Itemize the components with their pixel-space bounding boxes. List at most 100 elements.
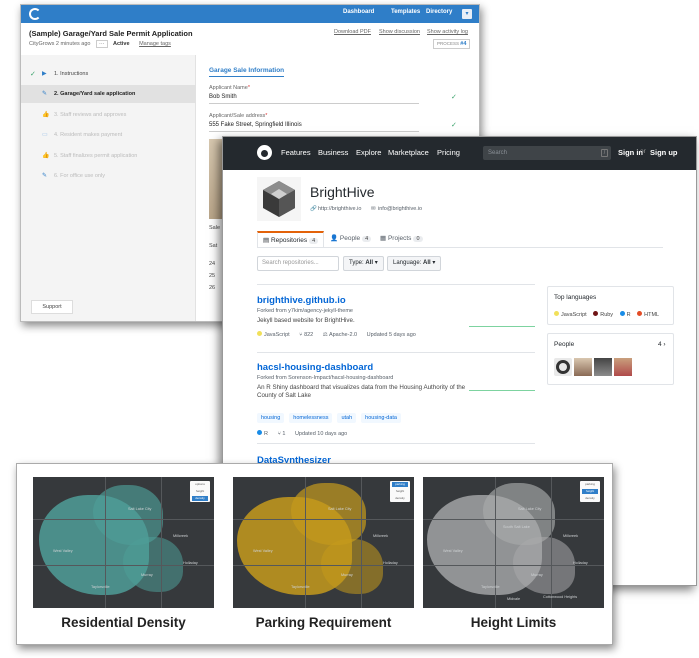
type-filter-button[interactable]: Type: All ▾ [343,256,384,271]
layer-option[interactable]: parking [392,482,408,487]
topic-tag[interactable]: housing-data [361,413,401,423]
citygrows-logo-icon[interactable] [29,8,41,20]
more-button[interactable]: ··· [96,40,108,48]
language-name: JavaScript [561,311,587,318]
residential-density-map[interactable]: Salt Lake City Millcreek Murray Holladay… [33,477,214,608]
language-javascript[interactable]: JavaScript [554,311,587,318]
fork-icon: ⑂ [277,430,281,437]
language-name: R [626,311,631,318]
tab-repositories[interactable]: ▤ Repositories 4 [257,231,325,247]
layer-switcher[interactable]: options height density [190,481,210,502]
layer-option[interactable]: height [192,489,208,494]
layer-option[interactable]: density [192,496,208,501]
step-finalize[interactable]: 👍 5. Staff finalizes permit application [21,147,196,165]
nav-dashboard[interactable]: Dashboard [343,9,374,15]
mail-icon: ✉ [371,206,376,212]
repo-forks[interactable]: ⑂ 1 [278,431,286,437]
language-r[interactable]: R [619,311,631,318]
avatar[interactable] [554,358,572,376]
layer-option[interactable]: density [392,496,408,501]
nav-marketplace[interactable]: Marketplace [388,148,429,157]
caret-down-icon: ▾ [432,260,436,266]
avatar[interactable] [594,358,612,376]
map-label: Murray [531,573,543,577]
language-name: Ruby [600,311,614,318]
road [161,477,162,608]
zoning-maps-panel: Salt Lake City Millcreek Murray Holladay… [16,463,613,645]
layer-switcher[interactable]: parking height density [390,481,410,502]
layer-option[interactable]: height [392,489,408,494]
layer-option[interactable]: options [192,482,208,487]
step-label: 4. Resident makes payment [54,132,123,138]
tab-projects[interactable]: ▦ Projects 0 [380,234,423,249]
people-count-link[interactable]: 4 › [658,341,666,348]
map-label: Taylorsville [291,585,310,589]
process-label: PROCESS [437,41,460,46]
user-menu-icon[interactable]: ▾ [462,9,472,19]
support-button[interactable]: Support [31,300,73,314]
nav-templates[interactable]: Templates [391,9,420,15]
layer-switcher[interactable]: parking height density [580,481,600,502]
repo-description: An R Shiny dashboard that visualizes dat… [257,384,466,399]
language-dot-icon [593,311,599,316]
step-office-use[interactable]: ✎ 6. For office use only [21,167,196,185]
nav-directory[interactable]: Directory [426,9,452,15]
repo-name-link[interactable]: hacsl-housing-dashboard [257,362,537,373]
languages-list: JavaScript Ruby R HTML [554,311,664,318]
language-filter-button[interactable]: Language: All ▾ [387,256,442,271]
nav-business[interactable]: Business [318,148,348,157]
sale-address-field[interactable]: 555 Fake Street, Springfield Illinois [209,122,419,132]
topic-tag[interactable]: housing [257,413,285,423]
nav-pricing[interactable]: Pricing [437,148,460,157]
height-limits-map[interactable]: Salt Lake City Millcreek Murray Holladay… [423,477,604,608]
manage-tags-link[interactable]: Manage tags [139,41,171,47]
language-html[interactable]: HTML [637,311,659,318]
topic-tag[interactable]: homelessness [289,413,333,423]
github-search-input[interactable]: Search / [483,146,611,160]
sign-up-link[interactable]: Sign up [650,148,678,157]
repo-search-input[interactable]: Search repositories... [257,256,339,271]
nav-features[interactable]: Features [281,148,311,157]
step-instructions[interactable]: ✓ ▶ 1. Instructions [21,65,196,83]
show-discussion-link[interactable]: Show discussion [379,29,420,35]
caret-down-icon: ▾ [374,260,378,266]
repo-updated: Updated 10 days ago [294,430,348,437]
repo-topics: housing homelessness utah housing-data [257,406,537,424]
activity-sparkline [469,390,535,391]
road [233,519,414,520]
download-pdf-link[interactable]: Download PDF [334,29,371,35]
updated-time: 2 minutes ago [55,41,91,47]
road [33,519,214,520]
tab-people[interactable]: 👤 People 4 [330,234,372,249]
language-dot-icon [257,331,262,336]
app-top-bar: Dashboard Templates Directory ▾ [21,5,479,23]
layer-option[interactable]: parking [582,482,598,487]
repo-forks[interactable]: ⑂ 822 [299,332,313,338]
hexagon-logo-icon [263,181,295,217]
topic-tag[interactable]: utah [337,413,357,423]
thumbs-up-icon: 👍 [42,112,50,118]
fork-icon: ⑂ [299,331,303,338]
org-email-link[interactable]: info@brighthive.io [378,206,422,212]
avatar[interactable] [574,358,592,376]
layer-option[interactable]: density [582,496,598,501]
layer-option[interactable]: height [582,489,598,494]
step-label: 3. Staff reviews and approves [54,112,127,118]
applicant-name-field[interactable]: Bob Smith [209,94,419,104]
step-payment[interactable]: ▭ 4. Resident makes payment [21,126,196,144]
org-url-link[interactable]: http://brighthive.io [318,206,361,212]
nav-explore[interactable]: Explore [356,148,381,157]
step-staff-review[interactable]: 👍 3. Staff reviews and approves [21,106,196,124]
github-logo-icon[interactable] [257,145,272,160]
map-label: Murray [141,573,153,577]
language-ruby[interactable]: Ruby [593,311,614,318]
parking-requirement-map[interactable]: Salt Lake City Millcreek Murray Holladay… [233,477,414,608]
avatar[interactable] [614,358,632,376]
road [551,477,552,608]
map-label: West Valley [253,549,273,553]
step-application[interactable]: ✎ 2. Garage/Yard sale application [21,85,196,103]
org-tabs: ▤ Repositories 4 👤 People 4 ▦ Projects 0 [257,230,663,248]
repo-name-link[interactable]: brighthive.github.io [257,295,537,306]
show-activity-log-link[interactable]: Show activity log [427,29,468,35]
step-label: 6. For office use only [54,173,105,179]
